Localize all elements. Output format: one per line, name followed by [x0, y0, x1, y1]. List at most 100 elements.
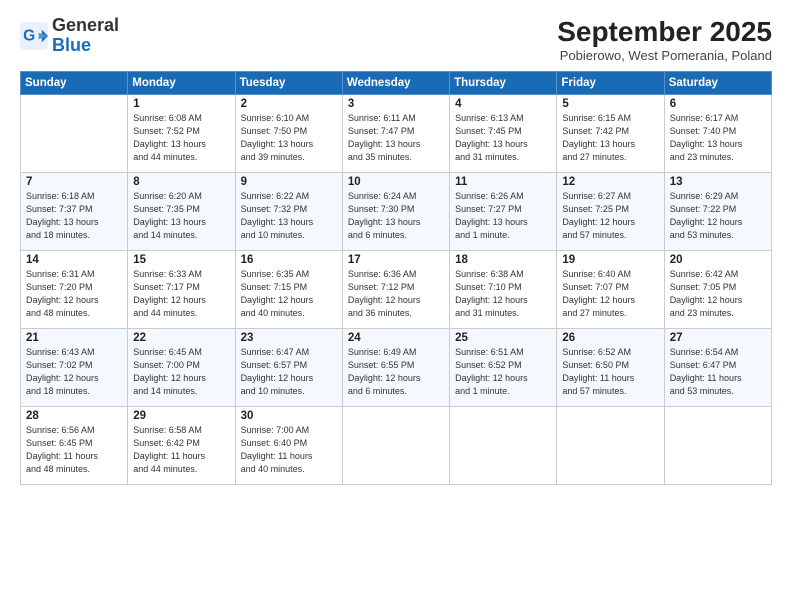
table-row: 8Sunrise: 6:20 AM Sunset: 7:35 PM Daylig… [128, 173, 235, 251]
table-row: 13 Sunrise: 6:29 AM Sunset: 7:22 PM Dayli… [664, 173, 771, 251]
calendar-header-row: Sunday Monday Tuesday Wednesday Thursday… [21, 72, 772, 95]
table-row: 26 Sunrise: 6:52 AM Sunset: 6:50 PM Dayli… [557, 329, 664, 407]
day-number: 1 [133, 98, 229, 110]
col-wednesday: Wednesday [342, 72, 449, 95]
day-number: 15 [133, 254, 229, 266]
day-number: 19 [562, 254, 658, 266]
day-info: Sunrise: 6:27 AM Sunset: 7:25 PM Dayligh… [562, 190, 658, 242]
day-info: Sunrise: 6:17 AM Sunset: 7:40 PM Dayligh… [670, 112, 766, 164]
table-row: 28 Sunrise: 6:56 AM Sunset: 6:45 PM Dayli… [21, 407, 128, 485]
day-number: 21 [26, 332, 122, 344]
calendar-table: Sunday Monday Tuesday Wednesday Thursday… [20, 71, 772, 485]
table-row: 29 Sunrise: 6:58 AM Sunset: 6:42 PM Dayli… [128, 407, 235, 485]
table-row: 9 Sunrise: 6:22 AM Sunset: 7:32 PM Daylig… [235, 173, 342, 251]
day-info: Sunrise: 6:15 AM Sunset: 7:42 PM Dayligh… [562, 112, 658, 164]
calendar-week-1: 1 Sunrise: 6:08 AM Sunset: 7:52 PM Daylig… [21, 95, 772, 173]
day-info: Sunrise: 6:54 AM Sunset: 6:47 PM Dayligh… [670, 346, 766, 398]
day-number: 28 [26, 410, 122, 422]
logo-icon: G [20, 22, 48, 50]
table-row: 21 Sunrise: 6:43 AM Sunset: 7:02 PM Dayli… [21, 329, 128, 407]
table-row: 27 Sunrise: 6:54 AM Sunset: 6:47 PM Dayli… [664, 329, 771, 407]
day-number: 10 [348, 176, 444, 188]
day-number: 16 [241, 254, 337, 266]
col-tuesday: Tuesday [235, 72, 342, 95]
table-row: 2Sunrise: 6:10 AM Sunset: 7:50 PM Daylig… [235, 95, 342, 173]
table-row [342, 407, 449, 485]
month-title: September 2025 [557, 16, 772, 48]
day-number: 9 [241, 176, 337, 188]
day-number: 18 [455, 254, 551, 266]
col-saturday: Saturday [664, 72, 771, 95]
day-info: Sunrise: 6:26 AM Sunset: 7:27 PM Dayligh… [455, 190, 551, 242]
day-number: 8 [133, 176, 229, 188]
day-info: Sunrise: 6:22 AM Sunset: 7:32 PM Dayligh… [241, 190, 337, 242]
day-number: 25 [455, 332, 551, 344]
table-row: 24Sunrise: 6:49 AM Sunset: 6:55 PM Dayli… [342, 329, 449, 407]
table-row: 15Sunrise: 6:33 AM Sunset: 7:17 PM Dayli… [128, 251, 235, 329]
table-row: 3 Sunrise: 6:11 AM Sunset: 7:47 PM Daylig… [342, 95, 449, 173]
day-info: Sunrise: 6:18 AM Sunset: 7:37 PM Dayligh… [26, 190, 122, 242]
table-row: 6 Sunrise: 6:17 AM Sunset: 7:40 PM Daylig… [664, 95, 771, 173]
table-row: 14Sunrise: 6:31 AM Sunset: 7:20 PM Dayli… [21, 251, 128, 329]
table-row [450, 407, 557, 485]
day-number: 17 [348, 254, 444, 266]
day-number: 30 [241, 410, 337, 422]
page-header: G General Blue September 2025 Pobierowo,… [20, 16, 772, 63]
day-info: Sunrise: 6:11 AM Sunset: 7:47 PM Dayligh… [348, 112, 444, 164]
day-info: Sunrise: 6:56 AM Sunset: 6:45 PM Dayligh… [26, 424, 122, 476]
table-row: 11 Sunrise: 6:26 AM Sunset: 7:27 PM Dayli… [450, 173, 557, 251]
day-info: Sunrise: 6:45 AM Sunset: 7:00 PM Dayligh… [133, 346, 229, 398]
day-info: Sunrise: 6:47 AM Sunset: 6:57 PM Dayligh… [241, 346, 337, 398]
day-number: 20 [670, 254, 766, 266]
calendar-week-3: 14Sunrise: 6:31 AM Sunset: 7:20 PM Dayli… [21, 251, 772, 329]
table-row: 18 Sunrise: 6:38 AM Sunset: 7:10 PM Dayli… [450, 251, 557, 329]
table-row: 7 Sunrise: 6:18 AM Sunset: 7:37 PM Daylig… [21, 173, 128, 251]
day-info: Sunrise: 6:58 AM Sunset: 6:42 PM Dayligh… [133, 424, 229, 476]
logo-general-text: General [52, 15, 119, 35]
location-subtitle: Pobierowo, West Pomerania, Poland [557, 48, 772, 63]
table-row: 1 Sunrise: 6:08 AM Sunset: 7:52 PM Daylig… [128, 95, 235, 173]
table-row: 5Sunrise: 6:15 AM Sunset: 7:42 PM Daylig… [557, 95, 664, 173]
table-row [664, 407, 771, 485]
logo-blue-text: Blue [52, 35, 91, 55]
day-number: 7 [26, 176, 122, 188]
col-friday: Friday [557, 72, 664, 95]
day-number: 4 [455, 98, 551, 110]
calendar-week-4: 21 Sunrise: 6:43 AM Sunset: 7:02 PM Dayli… [21, 329, 772, 407]
day-info: Sunrise: 6:42 AM Sunset: 7:05 PM Dayligh… [670, 268, 766, 320]
day-info: Sunrise: 6:43 AM Sunset: 7:02 PM Dayligh… [26, 346, 122, 398]
day-number: 23 [241, 332, 337, 344]
table-row: 20 Sunrise: 6:42 AM Sunset: 7:05 PM Dayli… [664, 251, 771, 329]
day-number: 6 [670, 98, 766, 110]
table-row: 16Sunrise: 6:35 AM Sunset: 7:15 PM Dayli… [235, 251, 342, 329]
day-number: 22 [133, 332, 229, 344]
table-row: 4Sunrise: 6:13 AM Sunset: 7:45 PM Daylig… [450, 95, 557, 173]
calendar-week-5: 28 Sunrise: 6:56 AM Sunset: 6:45 PM Dayli… [21, 407, 772, 485]
day-info: Sunrise: 6:52 AM Sunset: 6:50 PM Dayligh… [562, 346, 658, 398]
day-number: 3 [348, 98, 444, 110]
day-number: 26 [562, 332, 658, 344]
logo: G General Blue [20, 16, 119, 56]
day-number: 27 [670, 332, 766, 344]
day-info: Sunrise: 6:40 AM Sunset: 7:07 PM Dayligh… [562, 268, 658, 320]
day-info: Sunrise: 6:08 AM Sunset: 7:52 PM Dayligh… [133, 112, 229, 164]
day-info: Sunrise: 6:24 AM Sunset: 7:30 PM Dayligh… [348, 190, 444, 242]
day-number: 11 [455, 176, 551, 188]
table-row: 17Sunrise: 6:36 AM Sunset: 7:12 PM Dayli… [342, 251, 449, 329]
table-row: 30Sunrise: 7:00 AM Sunset: 6:40 PM Dayli… [235, 407, 342, 485]
svg-text:G: G [23, 28, 35, 45]
table-row [557, 407, 664, 485]
day-number: 29 [133, 410, 229, 422]
table-row: 23 Sunrise: 6:47 AM Sunset: 6:57 PM Dayli… [235, 329, 342, 407]
table-row [21, 95, 128, 173]
day-info: Sunrise: 6:29 AM Sunset: 7:22 PM Dayligh… [670, 190, 766, 242]
day-info: Sunrise: 6:10 AM Sunset: 7:50 PM Dayligh… [241, 112, 337, 164]
col-monday: Monday [128, 72, 235, 95]
day-info: Sunrise: 6:38 AM Sunset: 7:10 PM Dayligh… [455, 268, 551, 320]
day-number: 14 [26, 254, 122, 266]
day-info: Sunrise: 6:51 AM Sunset: 6:52 PM Dayligh… [455, 346, 551, 398]
table-row: 12 Sunrise: 6:27 AM Sunset: 7:25 PM Dayli… [557, 173, 664, 251]
day-number: 13 [670, 176, 766, 188]
table-row: 22 Sunrise: 6:45 AM Sunset: 7:00 PM Dayli… [128, 329, 235, 407]
day-number: 12 [562, 176, 658, 188]
